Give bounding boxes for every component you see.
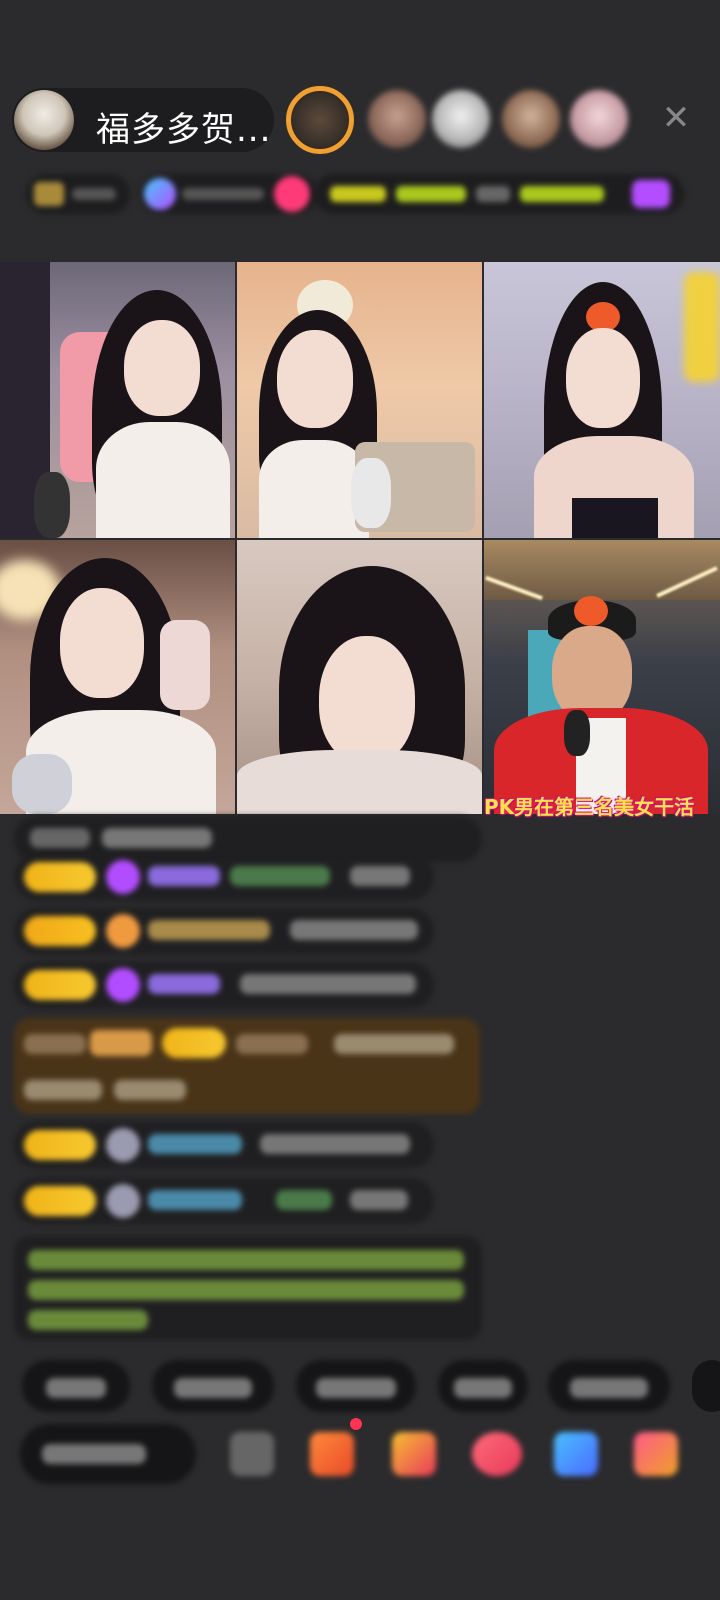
viewer-avatar-5[interactable] — [570, 90, 628, 148]
viewer-avatar-4[interactable] — [502, 90, 560, 148]
comment-input[interactable] — [20, 1424, 196, 1484]
viewer-avatar-3[interactable] — [432, 90, 490, 148]
gift-box-icon[interactable] — [310, 1432, 354, 1476]
share-icon[interactable] — [554, 1432, 598, 1476]
video-tile-2[interactable] — [237, 262, 482, 538]
host-avatar[interactable] — [14, 90, 74, 150]
notification-dot — [350, 1418, 362, 1430]
close-icon[interactable]: ✕ — [658, 100, 694, 136]
video-grid — [0, 262, 720, 814]
chat-message-highlight[interactable] — [14, 1018, 480, 1114]
gem-icon — [106, 860, 140, 894]
video-tile-5[interactable] — [237, 540, 482, 814]
video-tile-3[interactable] — [484, 262, 720, 538]
chat-message[interactable] — [14, 1178, 434, 1224]
quick-reply-6[interactable] — [692, 1360, 720, 1412]
quick-reply-1[interactable] — [22, 1360, 130, 1412]
heart-icon[interactable] — [472, 1432, 522, 1476]
chat-message[interactable] — [14, 908, 434, 954]
video-tile-1[interactable] — [0, 262, 235, 538]
hourly-rank-pill[interactable] — [314, 174, 684, 214]
video-tile-6[interactable] — [484, 540, 720, 814]
quick-reply-5[interactable] — [548, 1360, 670, 1412]
room-info-row — [12, 170, 688, 218]
gift-icon[interactable] — [634, 1432, 678, 1476]
chat-message[interactable] — [14, 962, 434, 1008]
pk-caption: PK男在第三名美女干活 — [484, 795, 695, 819]
fans-pill[interactable] — [140, 174, 318, 214]
quick-reply-4[interactable] — [438, 1360, 528, 1412]
quick-reply-2[interactable] — [152, 1360, 274, 1412]
viewer-avatar-2[interactable] — [368, 90, 426, 148]
treasure-icon[interactable] — [392, 1432, 436, 1476]
more-icon[interactable] — [230, 1432, 274, 1476]
rank-pill[interactable] — [26, 174, 130, 214]
host-name: 福多多贺... — [96, 110, 272, 150]
quick-reply-3[interactable] — [296, 1360, 416, 1412]
chat-message[interactable] — [14, 854, 434, 900]
chat-message[interactable] — [14, 1122, 434, 1168]
viewer-avatar-1[interactable] — [286, 86, 354, 154]
chat-system-notice — [14, 1236, 482, 1340]
video-tile-4[interactable] — [0, 540, 235, 814]
host-info-pill[interactable]: 福多多贺... — [12, 88, 274, 152]
